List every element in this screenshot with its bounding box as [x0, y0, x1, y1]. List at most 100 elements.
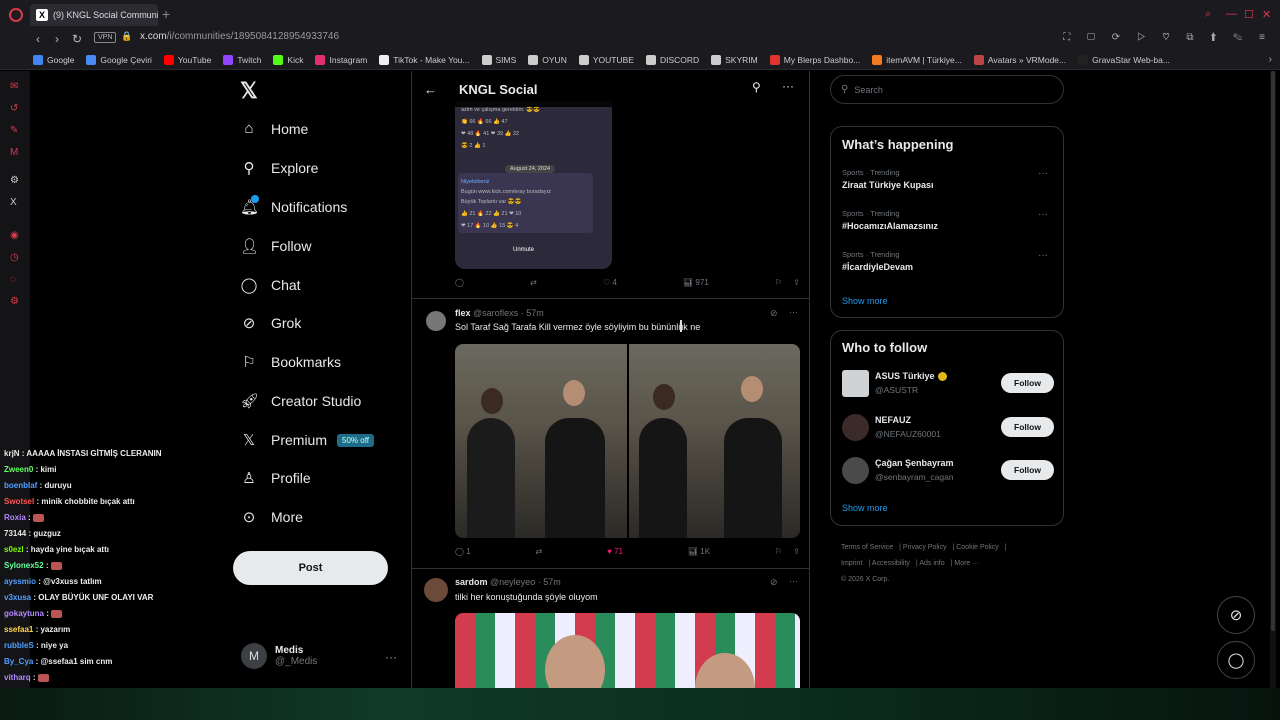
- follow-suggestion[interactable]: Çağan Şenbayram @senbayram_cagan Follow: [842, 456, 1054, 486]
- imprint-link[interactable]: Imprint: [841, 560, 862, 567]
- privacy-link[interactable]: Privacy Policy: [903, 544, 947, 551]
- pinboard-icon[interactable]: ✎: [10, 125, 18, 136]
- nav-premium[interactable]: 𝕏 Premium 50% off: [240, 431, 374, 449]
- more-options-icon[interactable]: ···: [1038, 168, 1048, 179]
- bookmark-item[interactable]: SIMS: [481, 54, 516, 65]
- bookmark-item[interactable]: YOUTUBE: [578, 54, 634, 65]
- nav-home[interactable]: ⌂ Home: [240, 120, 308, 137]
- scrollbar-thumb[interactable]: [1271, 71, 1275, 631]
- x-app-icon[interactable]: X: [10, 197, 17, 208]
- maximize-icon[interactable]: ☐: [1244, 8, 1254, 21]
- bookmark-item[interactable]: YouTube: [163, 54, 211, 65]
- settings-icon[interactable]: ⚙: [10, 175, 19, 186]
- grok-icon[interactable]: ⊘: [770, 308, 778, 319]
- follow-button[interactable]: Follow: [1001, 417, 1054, 437]
- search-icon[interactable]: ⚲: [752, 80, 761, 94]
- messenger-icon[interactable]: ✉: [10, 81, 18, 92]
- more-options-icon[interactable]: ···: [789, 576, 798, 586]
- nav-more[interactable]: ⊙ More: [240, 508, 303, 526]
- clock-icon[interactable]: ◷: [10, 252, 19, 263]
- follow-suggestion[interactable]: ASUS Türkiye @ASUSTR Follow: [842, 369, 1054, 399]
- avatar[interactable]: [424, 578, 448, 602]
- nav-profile[interactable]: ♙ Profile: [240, 469, 310, 487]
- nav-chat[interactable]: ◯ Chat: [240, 276, 301, 294]
- bookmark-item[interactable]: Kick: [273, 54, 303, 65]
- bookmark-icon[interactable]: ⚐ ⇪: [775, 278, 800, 287]
- bookmark-item[interactable]: Instagram: [315, 54, 367, 65]
- bookmark-item[interactable]: DISCORD: [645, 54, 699, 65]
- player-icon[interactable]: ◉: [10, 230, 19, 241]
- trend-item[interactable]: Sports · Trending #İcardiyleDevam ···: [842, 250, 1054, 272]
- avatar[interactable]: [426, 311, 446, 331]
- accessibility-link[interactable]: Accessibility: [872, 560, 910, 567]
- like-button[interactable]: ♡ 4: [603, 278, 617, 287]
- x-logo-icon[interactable]: 𝕏: [240, 78, 258, 104]
- grok-fab-icon[interactable]: ⊘: [1217, 596, 1255, 634]
- account-switcher[interactable]: M Medis @_Medis: [241, 643, 317, 669]
- bookmark-item[interactable]: GravaStar Web-ba...: [1078, 54, 1170, 65]
- post2-author[interactable]: flex @saroflexs · 57m: [455, 308, 544, 318]
- gmail-icon[interactable]: M: [10, 147, 18, 158]
- post-button[interactable]: Post: [233, 551, 388, 585]
- reload-icon[interactable]: ↻: [72, 32, 82, 46]
- nav-explore[interactable]: ⚲ Explore: [240, 159, 319, 177]
- show-more-link[interactable]: Show more: [842, 503, 888, 513]
- history-icon[interactable]: ↺: [10, 103, 18, 114]
- back-arrow-icon[interactable]: ←: [424, 82, 437, 97]
- grok-icon[interactable]: ⊘: [770, 577, 778, 588]
- follow-button[interactable]: Follow: [1001, 373, 1054, 393]
- lock-icon[interactable]: 🔒: [121, 31, 132, 42]
- post3-author[interactable]: sardom @neyleyeo · 57m: [455, 577, 561, 587]
- chat-sidebar-icon[interactable]: ◌: [10, 274, 16, 285]
- new-tab-icon[interactable]: +: [162, 7, 170, 21]
- show-more-link[interactable]: Show more: [842, 296, 888, 306]
- chat-fab-icon[interactable]: ◯: [1217, 641, 1255, 679]
- more-options-icon[interactable]: ···: [1038, 250, 1048, 261]
- views-button[interactable]: 📊︎ 971: [683, 278, 709, 287]
- reply-button[interactable]: ◯ 1: [455, 547, 471, 556]
- bookmark-item[interactable]: Google: [33, 54, 74, 65]
- ads-info-link[interactable]: Ads info: [919, 560, 944, 567]
- minimize-icon[interactable]: —: [1226, 8, 1237, 20]
- forward-nav-icon[interactable]: ›: [55, 32, 59, 46]
- bookmark-item[interactable]: Twitch: [223, 54, 261, 65]
- more-options-icon[interactable]: ···: [789, 307, 798, 317]
- bookmark-icon[interactable]: ⚐ ⇪: [775, 547, 800, 556]
- post3-image[interactable]: [455, 613, 800, 691]
- browser-toolbar-icons[interactable]: ⛶ ▢ ⟳ ▷ ♡ ⧉ ⬆ ✎ ≡: [1063, 32, 1272, 43]
- bookmarks-overflow-icon[interactable]: ›: [1269, 54, 1272, 65]
- post2-images[interactable]: [455, 344, 800, 538]
- post-image[interactable]: [455, 344, 627, 538]
- terms-link[interactable]: Terms of Service: [841, 544, 893, 551]
- bookmark-item[interactable]: OYUN: [528, 54, 567, 65]
- trend-item[interactable]: Sports · Trending #HocamızıAlamazsınız ·…: [842, 209, 1054, 231]
- nav-grok[interactable]: ⊘ Grok: [240, 314, 302, 332]
- unmute-button[interactable]: Unmute: [513, 247, 534, 253]
- nav-creator-studio[interactable]: 🚀︎ Creator Studio: [240, 392, 361, 410]
- bookmark-item[interactable]: Google Çeviri: [86, 54, 152, 65]
- post1-media[interactable]: azim ve çalışma gerektirir. 😎😎 👏 66 🔥 66…: [455, 101, 612, 269]
- back-nav-icon[interactable]: ‹: [36, 32, 40, 46]
- follow-suggestion[interactable]: NEFAUZ @NEFAUZ60001 Follow: [842, 413, 1054, 443]
- trend-item[interactable]: Sports · Trending Ziraat Türkiye Kupası …: [842, 168, 1054, 190]
- more-options-icon[interactable]: ···: [1038, 209, 1048, 220]
- bookmark-item[interactable]: SKYRIM: [711, 54, 758, 65]
- opera-logo-icon[interactable]: [9, 8, 23, 22]
- bookmark-item[interactable]: Avatars » VRMode...: [973, 54, 1066, 65]
- browser-tab-active[interactable]: X (9) KNGL Social Communi: [30, 4, 158, 26]
- extensions-icon[interactable]: ⚙: [10, 296, 19, 307]
- url-field[interactable]: x.com/i/communities/1895084128954933746: [140, 31, 339, 42]
- repost-icon[interactable]: ⇄: [530, 278, 537, 287]
- follow-button[interactable]: Follow: [1001, 460, 1054, 480]
- bookmark-item[interactable]: itemAVM | Türkiye...: [872, 54, 962, 65]
- bookmark-item[interactable]: TikTok - Make You...: [379, 54, 470, 65]
- repost-icon[interactable]: ⇄: [536, 547, 543, 556]
- account-more-icon[interactable]: ···: [385, 650, 397, 664]
- cookie-link[interactable]: Cookie Policy: [956, 544, 998, 551]
- more-link[interactable]: More ···: [954, 560, 979, 567]
- more-options-icon[interactable]: ···: [782, 79, 794, 93]
- like-button[interactable]: ♥ 71: [607, 547, 623, 556]
- reply-icon[interactable]: ◯: [455, 278, 464, 287]
- search-tabs-icon[interactable]: ⌕: [1205, 8, 1211, 21]
- close-window-icon[interactable]: ✕: [1262, 8, 1271, 21]
